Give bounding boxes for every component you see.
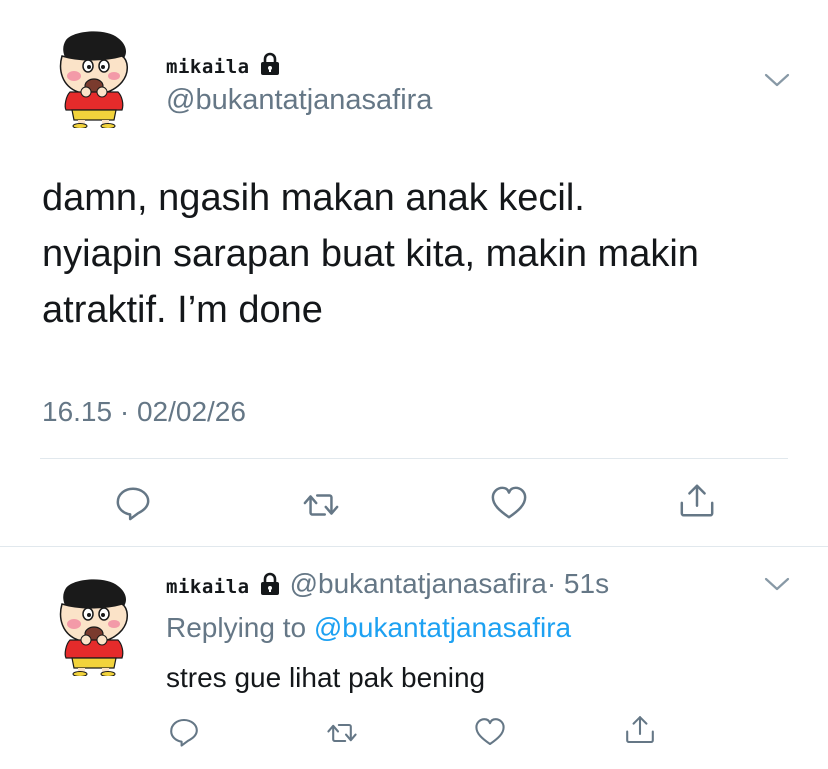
reply-icon (114, 484, 152, 522)
display-name-text[interactable]: mikaila (166, 56, 250, 78)
reply-header: mikaila @bukantatjanasafira· 51s (166, 568, 609, 600)
replying-to-label: Replying to (166, 612, 314, 643)
share-icon (678, 482, 716, 520)
tweet-timestamp[interactable]: 16.15 · 02/02/26 (42, 396, 246, 428)
reply-icon (168, 716, 200, 748)
section-divider (0, 546, 828, 547)
chevron-down-icon[interactable] (764, 72, 790, 88)
tweet-text-line: damn, ngasih makan anak kecil. (42, 177, 585, 219)
reply-button[interactable] (114, 484, 152, 522)
heart-icon (490, 484, 528, 522)
tweet-text-line: nyiapin sarapan buat kita, makin makin (42, 233, 699, 275)
heart-icon (474, 716, 506, 748)
replying-to: Replying to @bukantatjanasafira (166, 612, 571, 644)
retweet-button[interactable] (302, 486, 340, 524)
retweet-icon (302, 486, 340, 524)
user-handle[interactable]: @bukantatjanasafira (166, 84, 432, 117)
reply-time[interactable]: · 51s (547, 568, 609, 599)
divider (40, 458, 788, 459)
display-name[interactable]: mikaila (166, 52, 282, 78)
avatar[interactable] (52, 30, 136, 128)
tweet-text-line: atraktif. I’m done (42, 289, 323, 331)
chevron-down-icon[interactable] (764, 576, 790, 592)
reply-text: stres gue lihat pak bening (166, 662, 486, 693)
retweet-icon (326, 717, 358, 749)
reply-display-name[interactable]: mikaila (166, 576, 250, 598)
reply-reply-button[interactable] (168, 716, 200, 748)
reply-share-button[interactable] (624, 714, 656, 746)
lock-icon (258, 52, 282, 76)
reply-retweet-button[interactable] (326, 717, 358, 749)
reply-user-handle[interactable]: @bukantatjanasafira (290, 568, 547, 599)
replying-to-link[interactable]: @bukantatjanasafira (314, 612, 571, 643)
tweet-text: damn, ngasih makan anak kecil. nyiapin s… (42, 170, 812, 338)
share-button[interactable] (678, 482, 716, 520)
lock-icon (258, 572, 282, 596)
reply-avatar[interactable] (52, 578, 136, 676)
reply-like-button[interactable] (474, 716, 506, 748)
like-button[interactable] (490, 484, 528, 522)
share-icon (624, 714, 656, 746)
